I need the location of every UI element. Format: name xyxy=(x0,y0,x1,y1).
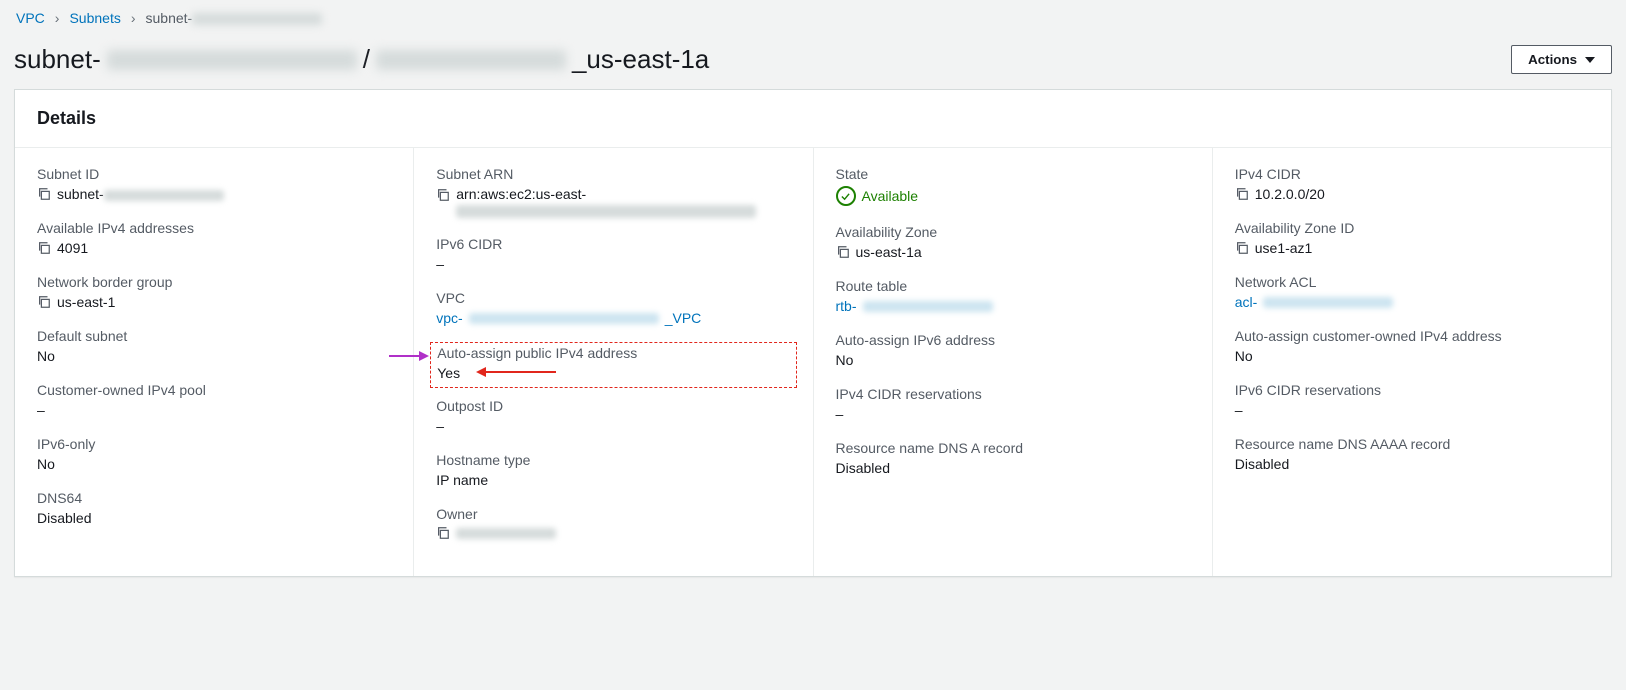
value-v4-res: – xyxy=(836,406,844,422)
link-route-table[interactable]: rtb- xyxy=(836,298,1190,314)
copy-icon[interactable] xyxy=(1235,187,1249,201)
value-outpost: – xyxy=(436,418,444,434)
label-outpost: Outpost ID xyxy=(436,398,790,414)
value-arn: arn:aws:ec2:us-east- xyxy=(456,186,756,218)
value-hostname: IP name xyxy=(436,472,488,488)
label-auto-v6: Auto-assign IPv6 address xyxy=(836,332,1190,348)
annotation-highlight: Auto-assign public IPv4 address Yes xyxy=(430,342,796,388)
copy-icon[interactable] xyxy=(37,241,51,255)
label-ipv6-cidr: IPv6 CIDR xyxy=(436,236,790,252)
value-v6-res: – xyxy=(1235,402,1243,418)
arrow-right-purple-icon xyxy=(389,349,429,363)
label-ipv6-only: IPv6-only xyxy=(37,436,391,452)
value-v4cidr: 10.2.0.0/20 xyxy=(1255,186,1325,202)
copy-icon[interactable] xyxy=(436,526,450,540)
copy-icon[interactable] xyxy=(37,295,51,309)
copy-icon[interactable] xyxy=(836,245,850,259)
label-owner: Owner xyxy=(436,506,790,522)
copy-icon[interactable] xyxy=(37,187,51,201)
label-nbg: Network border group xyxy=(37,274,391,290)
label-dns64: DNS64 xyxy=(37,490,391,506)
value-nbg: us-east-1 xyxy=(57,294,115,310)
breadcrumb-subnets[interactable]: Subnets xyxy=(69,10,120,26)
copy-icon[interactable] xyxy=(1235,241,1249,255)
label-dns-aaaa: Resource name DNS AAAA record xyxy=(1235,436,1589,452)
label-vpc: VPC xyxy=(436,290,790,306)
label-v4-res: IPv4 CIDR reservations xyxy=(836,386,1190,402)
details-col-1: Subnet ID subnet- Available IPv4 address… xyxy=(15,148,413,576)
redacted-text xyxy=(456,205,756,218)
label-subnet-id: Subnet ID xyxy=(37,166,391,182)
caret-down-icon xyxy=(1585,57,1595,63)
label-auto-v4: Auto-assign public IPv4 address xyxy=(437,345,789,361)
status-badge: Available xyxy=(836,186,919,206)
value-auto-v6: No xyxy=(836,352,854,368)
breadcrumb: VPC › Subnets › subnet- xyxy=(14,6,1612,34)
value-ipv6-cidr: – xyxy=(436,256,444,272)
value-state: Available xyxy=(862,188,919,204)
panel-title: Details xyxy=(15,90,1611,148)
redacted-text xyxy=(192,13,322,25)
value-default-subnet: No xyxy=(37,348,55,364)
label-default-subnet: Default subnet xyxy=(37,328,391,344)
value-az: us-east-1a xyxy=(856,244,922,260)
details-col-4: IPv4 CIDR 10.2.0.0/20 Availability Zone … xyxy=(1212,148,1611,576)
actions-label: Actions xyxy=(1528,52,1577,67)
label-rtb: Route table xyxy=(836,278,1190,294)
label-az-id: Availability Zone ID xyxy=(1235,220,1589,236)
value-cust-pool: – xyxy=(37,402,45,418)
label-acl: Network ACL xyxy=(1235,274,1589,290)
label-state: State xyxy=(836,166,1190,182)
redacted-text xyxy=(863,301,993,312)
actions-button[interactable]: Actions xyxy=(1511,45,1612,74)
value-dns64: Disabled xyxy=(37,510,91,526)
breadcrumb-current-prefix: subnet- xyxy=(146,10,193,26)
label-cust-pool: Customer-owned IPv4 pool xyxy=(37,382,391,398)
arrow-left-red-icon xyxy=(476,365,556,381)
redacted-text xyxy=(469,313,659,324)
value-auto-cust: No xyxy=(1235,348,1253,364)
value-dns-a: Disabled xyxy=(836,460,890,476)
breadcrumb-current: subnet- xyxy=(146,10,323,26)
details-col-2: Subnet ARN arn:aws:ec2:us-east- IPv6 CID… xyxy=(413,148,812,576)
title-prefix: subnet- xyxy=(14,44,101,75)
label-az: Availability Zone xyxy=(836,224,1190,240)
details-col-3: State Available Availability Zone us-eas… xyxy=(813,148,1212,576)
value-ipv6-only: No xyxy=(37,456,55,472)
redacted-text xyxy=(376,50,566,70)
check-circle-icon xyxy=(836,186,856,206)
chevron-right-icon: › xyxy=(55,10,60,26)
value-subnet-id: subnet- xyxy=(57,186,224,202)
label-dns-a: Resource name DNS A record xyxy=(836,440,1190,456)
value-az-id: use1-az1 xyxy=(1255,240,1313,256)
label-v6-res: IPv6 CIDR reservations xyxy=(1235,382,1589,398)
chevron-right-icon: › xyxy=(131,10,136,26)
redacted-text xyxy=(104,190,224,201)
title-slash: / xyxy=(363,44,370,75)
redacted-text xyxy=(456,528,556,539)
link-vpc[interactable]: vpc-_VPC xyxy=(436,310,790,326)
label-v4cidr: IPv4 CIDR xyxy=(1235,166,1589,182)
label-hostname: Hostname type xyxy=(436,452,790,468)
label-avail-ipv4: Available IPv4 addresses xyxy=(37,220,391,236)
value-avail-ipv4: 4091 xyxy=(57,240,88,256)
label-auto-cust: Auto-assign customer-owned IPv4 address xyxy=(1235,328,1589,344)
redacted-text xyxy=(107,50,357,70)
link-network-acl[interactable]: acl- xyxy=(1235,294,1589,310)
value-dns-aaaa: Disabled xyxy=(1235,456,1289,472)
title-suffix: _us-east-1a xyxy=(572,44,709,75)
breadcrumb-vpc[interactable]: VPC xyxy=(16,10,45,26)
copy-icon[interactable] xyxy=(436,188,450,202)
redacted-text xyxy=(1263,297,1393,308)
details-panel: Details Subnet ID subnet- Available IPv4… xyxy=(14,89,1612,577)
label-arn: Subnet ARN xyxy=(436,166,790,182)
page-title: subnet- / _us-east-1a xyxy=(14,44,709,75)
value-auto-v4: Yes xyxy=(437,365,460,381)
